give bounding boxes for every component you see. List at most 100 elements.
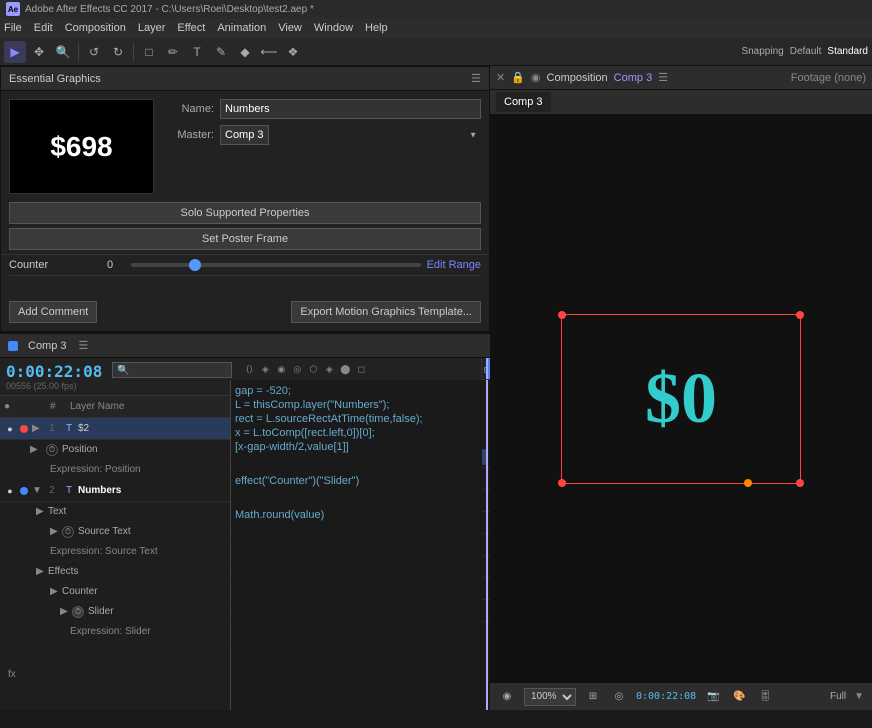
layer-vis-header: ● <box>4 401 34 412</box>
timeline-right-content: 0s 5s 10s 15s 20s <box>482 358 490 710</box>
comp-footer-icon-1[interactable]: ◉ <box>498 688 516 706</box>
workspace-default[interactable]: Default <box>790 46 822 57</box>
edit-range-button[interactable]: Edit Range <box>427 259 481 271</box>
menu-file[interactable]: File <box>4 22 22 34</box>
position-stopwatch[interactable]: ⏱ <box>46 444 58 456</box>
eg-panel-menu-icon[interactable]: ☰ <box>471 72 481 85</box>
toolbar-sep-2 <box>133 43 134 61</box>
counter-expand[interactable]: ▶ <box>50 586 58 597</box>
tl-icon-7[interactable]: ⬤ <box>338 362 352 376</box>
tool-brush[interactable]: ✎ <box>210 41 232 63</box>
solo-supported-properties-button[interactable]: Solo Supported Properties <box>9 202 481 224</box>
comp-footer-icon-4[interactable]: 📷 <box>704 688 722 706</box>
timeline-menu-icon[interactable]: ☰ <box>79 339 89 352</box>
tool-pen[interactable]: ✏ <box>162 41 184 63</box>
workspace-standard[interactable]: Standard <box>827 46 868 57</box>
menu-effect[interactable]: Effect <box>177 22 205 34</box>
layer2-color-tag <box>20 487 28 495</box>
eg-preview: $698 <box>9 99 154 194</box>
tool-clone[interactable]: ◆ <box>234 41 256 63</box>
tab-comp3[interactable]: Comp 3 <box>496 92 551 112</box>
snapping-label: Snapping <box>741 46 783 57</box>
expr-sourcetext-label: Expression: Source Text <box>50 546 158 557</box>
tool-redo[interactable]: ↻ <box>107 41 129 63</box>
handle-br <box>796 479 804 487</box>
slider-expand[interactable]: ▶ <box>60 606 68 617</box>
tool-select[interactable]: ▶ <box>4 41 26 63</box>
set-poster-frame-button[interactable]: Set Poster Frame <box>9 228 481 250</box>
comp-close-icon[interactable]: ✕ <box>496 71 505 84</box>
expr-line-1: gap = -520; <box>235 384 486 398</box>
menu-layer[interactable]: Layer <box>138 22 166 34</box>
menu-composition[interactable]: Composition <box>65 22 126 34</box>
tool-roto[interactable]: ⟵ <box>258 41 280 63</box>
expr-line-6: effect("Counter")("Slider") <box>235 474 486 488</box>
snapping-area: Snapping Default Standard <box>741 46 868 57</box>
layer2-eye-icon[interactable]: ● <box>4 485 16 497</box>
menu-help[interactable]: Help <box>365 22 388 34</box>
tool-text[interactable]: T <box>186 41 208 63</box>
comp-panel-menu[interactable]: ☰ <box>658 71 668 84</box>
effects-expand[interactable]: ▶ <box>36 566 44 577</box>
expr-spacer-1 <box>235 454 486 474</box>
layer1-expand[interactable]: ▶ <box>32 423 42 434</box>
eg-name-input[interactable] <box>220 99 481 119</box>
toolbar-sep-1 <box>78 43 79 61</box>
export-motion-graphics-button[interactable]: Export Motion Graphics Template... <box>291 301 481 323</box>
layer2-expand[interactable]: ▼ <box>32 485 42 496</box>
comp-name-in-header: Comp 3 <box>614 72 653 84</box>
layer2-num: 2 <box>42 485 62 496</box>
counter-slider-thumb[interactable] <box>189 259 201 271</box>
eg-preview-text: $698 <box>50 131 112 163</box>
tool-undo[interactable]: ↺ <box>83 41 105 63</box>
menu-animation[interactable]: Animation <box>217 22 266 34</box>
timeline-header: Comp 3 ☰ <box>0 334 490 358</box>
slider-stopwatch[interactable]: ⏱ <box>72 606 84 618</box>
tool-shape[interactable]: □ <box>138 41 160 63</box>
timeline-ruler: 0s 5s 10s 15s 20s <box>482 358 490 380</box>
comp-footer-icon-5[interactable]: 🎨 <box>730 688 748 706</box>
comp-footer-icon-2[interactable]: ⊞ <box>584 688 602 706</box>
tl-icon-5[interactable]: ⬡ <box>306 362 320 376</box>
tl-icon-4[interactable]: ◎ <box>290 362 304 376</box>
eg-master-select[interactable]: Comp 3 <box>220 125 269 145</box>
tl-icon-1[interactable]: ⟨⟩ <box>242 362 256 376</box>
text-expand[interactable]: ▶ <box>36 506 44 517</box>
tl-icon-2[interactable]: ◈ <box>258 362 272 376</box>
comp-timecode: 0:00:22:08 <box>636 691 696 702</box>
tl-icon-6[interactable]: ◈ <box>322 362 336 376</box>
eg-name-label: Name: <box>164 103 214 115</box>
sourcetext-expand[interactable]: ▶ <box>50 526 58 537</box>
playhead <box>486 358 488 379</box>
comp-panel-header: ✕ 🔒 ◉ Composition Comp 3 ☰ Footage (none… <box>490 66 872 90</box>
timecode: 0:00:22:08 <box>6 362 102 381</box>
timeline-search-input[interactable] <box>112 362 232 378</box>
menu-window[interactable]: Window <box>314 22 353 34</box>
comp-footer-icon-3[interactable]: ◎ <box>610 688 628 706</box>
add-comment-button[interactable]: Add Comment <box>9 301 97 323</box>
tool-puppet[interactable]: ❖ <box>282 41 304 63</box>
comp-footer-icon-6[interactable]: 🎚 <box>756 688 774 706</box>
menu-edit[interactable]: Edit <box>34 22 53 34</box>
position-expand[interactable]: ▶ <box>30 444 38 455</box>
tl-icon-3[interactable]: ◉ <box>274 362 288 376</box>
sourcetext-stopwatch[interactable]: ⏱ <box>62 526 74 538</box>
footage-label: Footage (none) <box>791 72 866 84</box>
menu-bar: File Edit Composition Layer Effect Anima… <box>0 18 872 38</box>
comp-display-text: $0 <box>645 357 717 440</box>
counter-value: 0 <box>95 259 125 271</box>
eg-panel-header: Essential Graphics ☰ <box>1 67 489 91</box>
zoom-select[interactable]: 100% <box>524 688 576 706</box>
handle-tr <box>796 311 804 319</box>
menu-view[interactable]: View <box>278 22 302 34</box>
comp-footer-arrow: ▼ <box>854 691 864 702</box>
tool-zoom[interactable]: 🔍 <box>52 41 74 63</box>
eye-icon[interactable]: ● <box>4 423 16 435</box>
layer1-type-icon: T <box>62 422 76 436</box>
title-bar: Ae Adobe After Effects CC 2017 - C:\User… <box>0 0 872 18</box>
tl-icon-8[interactable]: ◻ <box>354 362 368 376</box>
handle-tl <box>558 311 566 319</box>
eg-master-field: Master: Comp 3 <box>164 125 481 145</box>
counter-slider-track[interactable] <box>131 263 421 267</box>
tool-hand[interactable]: ✥ <box>28 41 50 63</box>
